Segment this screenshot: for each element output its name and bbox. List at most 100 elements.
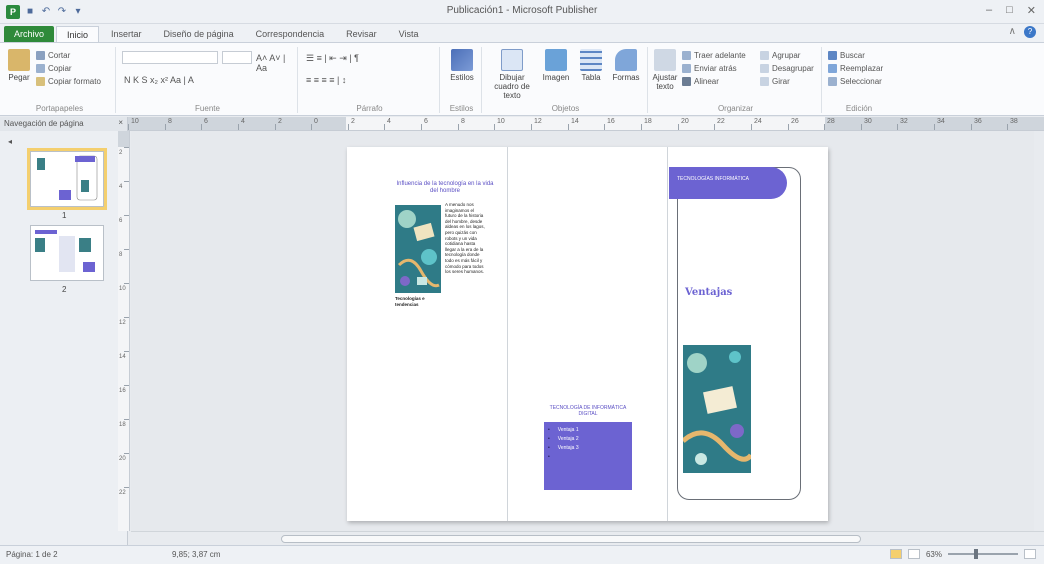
select-button[interactable]: Seleccionar	[828, 77, 882, 86]
group-button[interactable]: Agrupar	[760, 51, 800, 60]
zoom-level[interactable]: 63%	[926, 550, 942, 559]
tab-inicio[interactable]: Inicio	[56, 26, 100, 42]
bullet-list-box[interactable]: Ventaja 1 Ventaja 2 Ventaja 3	[544, 422, 632, 490]
rotate-button[interactable]: Girar	[760, 77, 790, 86]
ruler-tick	[384, 124, 385, 130]
tab-diseno-pagina[interactable]: Diseño de página	[154, 26, 244, 42]
align-button[interactable]: Alinear	[682, 77, 719, 86]
ruler-tick	[201, 124, 202, 130]
font-name-select[interactable]	[122, 51, 218, 64]
page-thumbnail-number-1: 1	[62, 211, 67, 220]
zoom-slider-knob[interactable]	[974, 549, 978, 559]
send-backward-button[interactable]: Enviar atrás	[682, 64, 737, 73]
tab-archivo[interactable]: Archivo	[4, 26, 55, 42]
ruler-tick	[494, 124, 495, 130]
ruler-tick	[348, 124, 349, 130]
font-format-buttons[interactable]: N K S x₂ x² Aa | A	[124, 75, 194, 85]
picture-icon	[545, 49, 567, 71]
group-label-editing: Edición	[845, 104, 873, 113]
group-styles: Estilos Estilos	[442, 47, 482, 113]
tab-correspondencia[interactable]: Correspondencia	[246, 26, 335, 42]
format-painter-button[interactable]: Copiar formato	[36, 77, 101, 86]
cover-title[interactable]: Ventajas	[685, 287, 732, 298]
shapes-button[interactable]: Formas	[610, 49, 642, 82]
close-button[interactable]: ✕	[1027, 4, 1036, 17]
rotate-label: Girar	[772, 77, 790, 86]
page-thumbnail-1[interactable]	[27, 148, 107, 210]
ruler-number: 16	[119, 388, 126, 394]
ruler-number: 6	[204, 118, 208, 125]
font-size-select[interactable]	[222, 51, 252, 64]
list-indent-buttons[interactable]: ☰ ≡ | ⇤ ⇥ | ¶	[306, 53, 359, 64]
minimize-ribbon-icon[interactable]: ∧	[1009, 26, 1016, 38]
replace-button[interactable]: Reemplazar	[828, 64, 883, 73]
page-thumbnail-2[interactable]	[30, 225, 104, 281]
horizontal-scrollbar[interactable]	[131, 531, 1044, 545]
collapse-pane-icon[interactable]: ◂	[8, 137, 12, 146]
title-bar: P ■ ↶ ↷ ▾ Publicación1 - Microsoft Publi…	[0, 0, 1044, 24]
single-page-view-button[interactable]	[889, 549, 902, 559]
ruler-tick	[124, 385, 129, 386]
minimize-button[interactable]: –	[986, 4, 992, 17]
tab-insertar[interactable]: Insertar	[101, 26, 152, 42]
send-backward-label: Enviar atrás	[694, 64, 737, 73]
alignment-buttons[interactable]: ≡ ≡ ≡ ≡ | ↕	[306, 75, 346, 85]
ruler-tick	[124, 487, 129, 488]
group-arrange: Ajustar texto Traer adelante Enviar atrá…	[650, 47, 822, 113]
cut-button[interactable]: Cortar	[36, 51, 70, 60]
help-icon[interactable]: ?	[1024, 26, 1036, 38]
column-guide-2	[667, 147, 668, 521]
cut-label: Cortar	[48, 51, 71, 60]
close-navigation-icon[interactable]: ×	[118, 118, 123, 127]
group-clipboard: Pegar Cortar Copiar Copiar formato Porta…	[4, 47, 116, 113]
ruler-tick	[641, 124, 642, 130]
bullet-item	[548, 453, 628, 462]
bring-forward-button[interactable]: Traer adelante	[682, 51, 746, 60]
paste-button[interactable]: Pegar	[6, 49, 32, 82]
table-label: Tabla	[581, 73, 601, 82]
maximize-button[interactable]: □	[1006, 4, 1013, 17]
ungroup-button[interactable]: Desagrupar	[760, 64, 814, 73]
page-2-preview	[35, 230, 95, 272]
panel2-heading[interactable]: TECNOLOGÍA DE INFORMÁTICA DIGITAL	[543, 405, 633, 417]
find-button[interactable]: Buscar	[828, 51, 865, 60]
tab-vista[interactable]: Vista	[389, 26, 429, 42]
ruler-number: 22	[717, 118, 725, 125]
ruler-number: 6	[424, 118, 428, 125]
bullet-item: Ventaja 3	[548, 444, 628, 453]
tab-revisar[interactable]: Revisar	[336, 26, 387, 42]
horizontal-ruler[interactable]: 10 8 6 4 2 0 2 4 6 8 10 12 14 16 18 20 22 24 26 28 30 32 34 36 3…	[128, 117, 1044, 131]
bullet-item: Ventaja 2	[548, 435, 628, 444]
format-painter-label: Copiar formato	[48, 77, 101, 86]
article-body[interactable]: A menudo nos imaginamos el futuro de la …	[445, 202, 485, 275]
wrap-text-button[interactable]: Ajustar texto	[652, 49, 678, 91]
window-title: Publicación1 - Microsoft Publisher	[446, 5, 598, 16]
ruler-number: 24	[754, 118, 762, 125]
copy-button[interactable]: Copiar	[36, 64, 72, 73]
image-caption[interactable]: Tecnologías e tendencias	[395, 296, 441, 307]
ruler-number: 18	[644, 118, 652, 125]
two-page-view-button[interactable]	[907, 549, 920, 559]
styles-button[interactable]: Estilos	[448, 49, 476, 82]
image-button[interactable]: Imagen	[540, 49, 572, 82]
cover-illustration[interactable]	[683, 345, 751, 473]
fit-page-button[interactable]	[1024, 549, 1036, 559]
technology-illustration[interactable]	[395, 205, 441, 293]
align-icon	[682, 77, 691, 86]
table-button[interactable]: Tabla	[576, 49, 606, 82]
copy-label: Copiar	[48, 64, 72, 73]
group-editing: Buscar Reemplazar Seleccionar Edición	[824, 47, 894, 113]
ruler-tick	[1007, 124, 1008, 130]
ruler-number: 14	[571, 118, 579, 125]
article-title[interactable]: Influencia de la tecnología en la vida d…	[395, 181, 495, 195]
zoom-slider[interactable]	[948, 549, 1018, 559]
scrollbar-thumb[interactable]	[281, 535, 861, 543]
page-navigation-header: Navegación de página ×	[0, 117, 128, 131]
column-guide-1	[507, 147, 508, 521]
vertical-ruler[interactable]: 2 4 6 8 10 12 14 16 18 20 22	[118, 131, 130, 531]
cover-banner[interactable]: TECNOLOGÍAS INFORMÁTICA	[669, 167, 787, 199]
font-size-buttons[interactable]: A˄ A˅ | Aa	[256, 53, 297, 73]
draw-textbox-button[interactable]: Dibujar cuadro de texto	[488, 49, 536, 100]
shapes-label: Formas	[612, 73, 640, 82]
page-indicator[interactable]: Página: 1 de 2	[6, 550, 58, 559]
